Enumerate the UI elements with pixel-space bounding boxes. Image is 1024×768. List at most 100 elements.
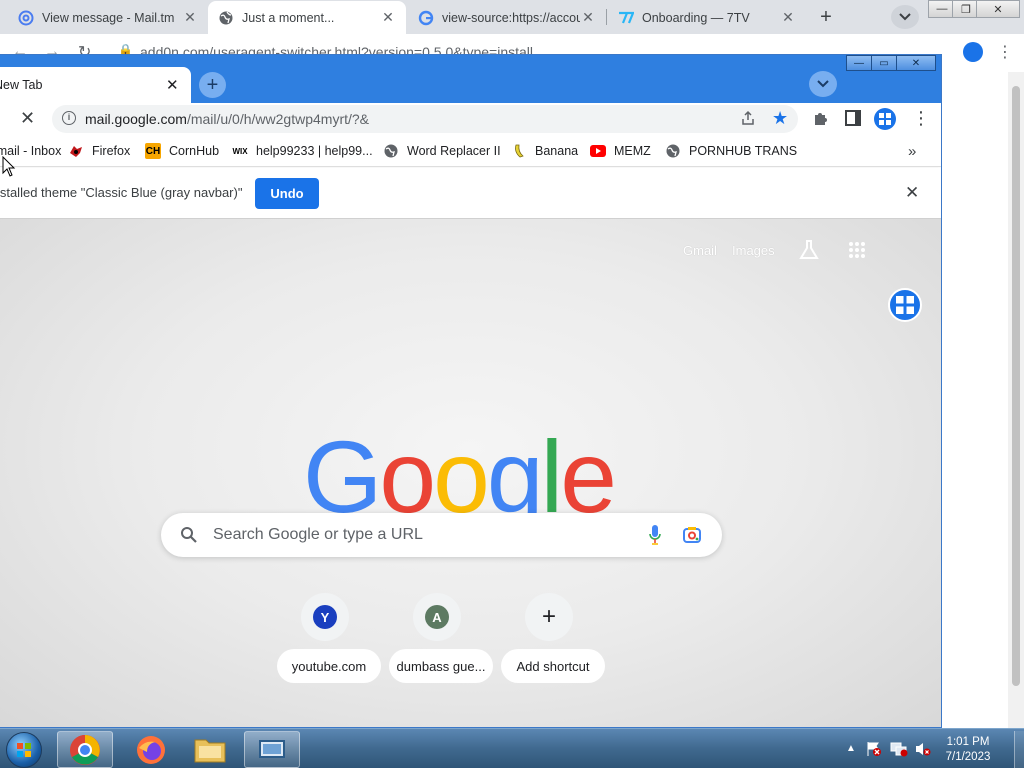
- profile-avatar[interactable]: [874, 108, 896, 130]
- wix-icon: WIX: [232, 146, 248, 156]
- bookmark-label: help99233 | help99...: [256, 144, 373, 158]
- bookmark-memz[interactable]: MEMZ: [590, 142, 651, 160]
- bookmark-firefox[interactable]: Firefox: [68, 142, 130, 160]
- windows-logo-icon: [896, 296, 914, 314]
- banana-icon: [511, 143, 527, 159]
- volume-muted-icon[interactable]: [914, 741, 932, 760]
- search-input[interactable]: Search Google or type a URL: [161, 513, 722, 557]
- shortcut-dumbass[interactable]: A dumbass gue...: [389, 591, 493, 707]
- chevron-down-icon: [817, 80, 829, 88]
- tab-search-button[interactable]: [809, 71, 837, 97]
- globe-icon: [218, 10, 234, 26]
- menu-icon[interactable]: ⋮: [912, 108, 930, 129]
- new-tab-button[interactable]: +: [814, 5, 838, 29]
- close-tab-icon[interactable]: ✕: [580, 9, 596, 26]
- taskbar-firefox[interactable]: [123, 731, 179, 768]
- bookmark-label: MEMZ: [614, 144, 651, 158]
- taskbar: ▲ 1:01 PM 7/1/2023: [0, 728, 1024, 768]
- tab-new-tab[interactable]: New Tab ✕: [0, 67, 191, 103]
- address-bar[interactable]: i mail.google.com/mail/u/0/h/ww2gtwp4myr…: [52, 105, 798, 133]
- google-icon: [418, 10, 434, 26]
- new-tab-button[interactable]: +: [199, 72, 226, 98]
- close-tab-icon[interactable]: ✕: [780, 9, 796, 26]
- taskbar-file-explorer[interactable]: [182, 731, 238, 768]
- labs-flask-icon[interactable]: [798, 239, 820, 264]
- tab-search-button[interactable]: [891, 5, 919, 29]
- shortcut-letter-icon: A: [425, 605, 449, 629]
- bookmark-star-icon[interactable]: ★: [772, 108, 788, 129]
- clock[interactable]: 1:01 PM 7/1/2023: [940, 735, 996, 765]
- tab-title: view-source:https://accou: [442, 10, 580, 25]
- bookmark-word-replacer[interactable]: Word Replacer II: [383, 142, 501, 160]
- tab-mail-tm[interactable]: View message - Mail.tm ✕: [8, 1, 208, 34]
- bookmark-banana[interactable]: Banana: [511, 142, 578, 160]
- tab-view-source[interactable]: view-source:https://accou ✕: [408, 1, 606, 34]
- windows-logo-icon: [17, 743, 31, 757]
- images-link[interactable]: Images: [732, 243, 775, 258]
- bookmark-label: Firefox: [92, 144, 131, 158]
- close-window-button[interactable]: ✕: [976, 0, 1020, 18]
- account-avatar[interactable]: [888, 288, 922, 322]
- search-placeholder: Search Google or type a URL: [213, 526, 423, 543]
- info-icon[interactable]: i: [62, 111, 76, 125]
- minimize-button[interactable]: —: [846, 55, 872, 71]
- close-window-button[interactable]: ✕: [896, 55, 936, 71]
- shortcut-icon-circle: +: [525, 593, 573, 641]
- show-desktop-button[interactable]: [1014, 731, 1024, 768]
- shortcut-youtube[interactable]: Y youtube.com: [277, 591, 381, 707]
- taskbar-remote-desktop[interactable]: [244, 731, 300, 768]
- voice-search-mic-icon[interactable]: [648, 524, 662, 549]
- menu-icon[interactable]: ⋮: [997, 42, 1013, 62]
- share-icon[interactable]: [740, 110, 756, 129]
- 7tv-icon: [618, 10, 634, 26]
- folder-icon: [194, 739, 226, 762]
- youtube-icon: [590, 143, 606, 159]
- globe-icon: [665, 143, 681, 159]
- action-center-flag-icon[interactable]: [866, 741, 882, 760]
- firefox-bookmark-icon: [68, 143, 84, 159]
- url-text[interactable]: mail.google.com/mail/u/0/h/ww2gtwp4myrt/…: [85, 111, 369, 127]
- apps-grid-icon[interactable]: [848, 241, 866, 262]
- chrome-icon: [70, 734, 100, 765]
- scrollbar-thumb[interactable]: [1012, 86, 1020, 686]
- more-bookmarks-chevron-icon[interactable]: »: [908, 142, 916, 160]
- extensions-puzzle-icon[interactable]: [812, 110, 829, 130]
- shortcut-label: youtube.com: [277, 649, 381, 683]
- lens-camera-icon[interactable]: [682, 525, 702, 548]
- tab-onboarding-7tv[interactable]: Onboarding — 7TV ✕: [608, 1, 806, 34]
- shortcut-label: Add shortcut: [501, 649, 605, 683]
- tab-title: Onboarding — 7TV: [642, 10, 750, 25]
- chevron-down-icon: [899, 13, 911, 21]
- gmail-link[interactable]: Gmail: [683, 243, 717, 258]
- remote-desktop-icon: [259, 739, 285, 758]
- bookmark-pornhub-trans[interactable]: PORNHUB TRANS: [665, 142, 797, 160]
- bookmark-cornhub[interactable]: CH CornHub: [145, 142, 219, 160]
- add-shortcut-button[interactable]: + Add shortcut: [501, 591, 605, 707]
- close-tab-icon[interactable]: ✕: [380, 9, 396, 26]
- foreground-browser-window: New Tab ✕ + — ▭ ✕ ✕ i mail.google.com/ma…: [0, 54, 942, 728]
- new-tab-page: Gmail Images Google Search Google or typ…: [0, 219, 941, 727]
- maximize-button[interactable]: ▭: [871, 55, 897, 71]
- show-hidden-icons-chevron-icon[interactable]: ▲: [846, 743, 856, 754]
- bookmark-help99233[interactable]: WIX help99233 | help99...: [232, 142, 373, 160]
- background-scrollbar[interactable]: [1008, 72, 1024, 728]
- bookmark-label: Word Replacer II: [407, 144, 501, 158]
- tab-just-a-moment[interactable]: Just a moment... ✕: [208, 1, 406, 34]
- close-infobar-icon[interactable]: ✕: [905, 183, 919, 203]
- network-icon[interactable]: [890, 741, 908, 760]
- system-tray: ▲ 1:01 PM 7/1/2023: [842, 731, 1024, 768]
- ch-icon: CH: [145, 143, 161, 159]
- start-button[interactable]: [6, 732, 42, 768]
- close-tab-icon[interactable]: ✕: [166, 76, 179, 94]
- close-tab-icon[interactable]: ✕: [182, 9, 198, 26]
- profile-avatar[interactable]: [963, 42, 983, 62]
- undo-button[interactable]: Undo: [255, 178, 319, 209]
- windows-logo-icon: [879, 113, 891, 125]
- mouse-cursor-icon: [2, 155, 16, 181]
- infobar-message: Installed theme "Classic Blue (gray navb…: [0, 185, 243, 200]
- stop-loading-icon[interactable]: ✕: [20, 108, 35, 129]
- side-panel-icon[interactable]: [845, 110, 861, 126]
- taskbar-chrome[interactable]: [57, 731, 113, 768]
- tab-title: New Tab: [0, 78, 43, 92]
- toolbar: ✕ i mail.google.com/mail/u/0/h/ww2gtwp4m…: [0, 103, 941, 135]
